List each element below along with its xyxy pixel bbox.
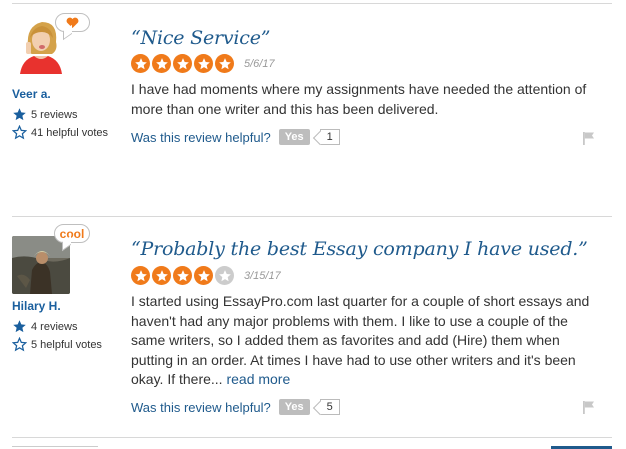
star-icon (13, 108, 26, 121)
reviews-count: 4 reviews (12, 319, 77, 334)
yes-count: 1 (319, 129, 340, 145)
star-filled-icon (131, 54, 150, 73)
helpful-votes: 41 helpful votes (12, 125, 108, 140)
helpful-question: Was this review helpful? (131, 399, 271, 415)
reviews-count-text: 5 reviews (31, 108, 78, 121)
star-icon (13, 320, 26, 333)
star-rating: 3/15/17 (131, 266, 281, 285)
star-rating: 5/6/17 (131, 54, 275, 73)
avatar: cool (12, 224, 90, 294)
heart-badge (55, 13, 90, 32)
reviewer-name[interactable]: Veer a. (12, 87, 51, 101)
review-body: I have had moments where my assignments … (131, 80, 596, 119)
review-date: 3/15/17 (244, 269, 281, 282)
reviews-count: 5 reviews (12, 107, 77, 122)
flag-icon[interactable] (582, 131, 596, 145)
star-filled-icon (131, 266, 150, 285)
cool-badge: cool (54, 224, 90, 243)
flag-icon[interactable] (582, 400, 596, 414)
yes-button[interactable]: Yes (278, 399, 310, 415)
avatar (12, 10, 90, 74)
star-filled-icon (215, 54, 234, 73)
review-body: I started using EssayPro.com last quarte… (131, 292, 596, 390)
helpful-row: Was this review helpful? Yes 5 (131, 399, 340, 415)
review-title: “Probably the best Essay company I have … (131, 238, 588, 260)
reviewer-name[interactable]: Hilary H. (12, 299, 61, 313)
helpful-row: Was this review helpful? Yes 1 (131, 129, 340, 145)
star-empty-icon (215, 266, 234, 285)
divider-top (12, 3, 612, 4)
read-more-link[interactable]: read more (226, 371, 290, 387)
star-filled-icon (173, 266, 192, 285)
review-body-text: I have had moments where my assignments … (131, 81, 587, 117)
helpful-votes: 5 helpful votes (12, 337, 102, 352)
star-filled-icon (152, 266, 171, 285)
star-filled-icon (194, 266, 213, 285)
divider-bottom (12, 437, 612, 438)
heart-icon (66, 17, 79, 28)
star-filled-icon (194, 54, 213, 73)
cool-badge-text: cool (59, 226, 85, 241)
star-outline-icon (12, 125, 27, 140)
star-filled-icon (152, 54, 171, 73)
review-date: 5/6/17 (244, 57, 275, 70)
yes-button[interactable]: Yes (278, 129, 310, 145)
helpful-question: Was this review helpful? (131, 129, 271, 145)
reviews-count-text: 4 reviews (31, 320, 78, 333)
helpful-votes-text: 5 helpful votes (31, 338, 102, 351)
star-outline-icon (12, 337, 27, 352)
star-filled-icon (173, 54, 192, 73)
review-body-text: I started using EssayPro.com last quarte… (131, 293, 590, 387)
helpful-votes-text: 41 helpful votes (31, 126, 109, 139)
yes-count: 5 (319, 399, 340, 415)
divider-middle (12, 216, 612, 217)
review-title: “Nice Service” (131, 27, 271, 49)
